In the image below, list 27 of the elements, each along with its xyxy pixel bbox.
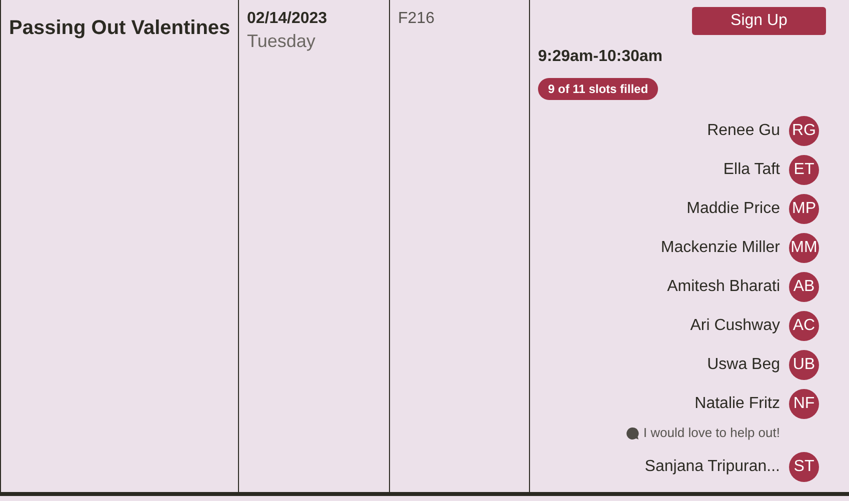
location-text: F216 [398,9,436,29]
slots-filled-badge: 9 of 11 slots filled [538,78,658,100]
volunteer-name: Renee Gu [707,120,780,140]
volunteer-avatar: ET [789,154,819,184]
volunteer-avatar: ST [789,452,819,482]
date-text: 02/14/2023 [247,9,328,29]
volunteer-avatar: UB [789,350,819,380]
sign-up-button[interactable]: Sign Up [692,7,826,35]
volunteer-avatar: MP [789,194,819,224]
comment-icon [626,426,640,440]
volunteer-name: Amitesh Bharati [667,276,780,296]
volunteer-avatar: AB [789,272,819,302]
volunteer-name: Natalie Fritz [694,394,780,414]
activity-title: Passing Out Valentines [9,16,232,41]
volunteer-name: Uswa Beg [707,354,780,374]
weekday-text: Tuesday [247,30,316,53]
volunteer-avatar: AC [789,310,819,340]
volunteer-name: Ari Cushway [690,316,780,336]
volunteer-name: Mackenzie Miller [660,238,780,258]
volunteer-avatar: MM [789,232,819,262]
volunteer-comment: I would love to help out! [643,424,780,442]
time-slot-text: 9:29am-10:30am [538,47,664,67]
volunteer-avatar: RG [789,116,819,146]
volunteer-name: Maddie Price [686,198,780,218]
volunteer-avatar: NF [789,388,819,418]
volunteer-name: Sanjana Tripuran... [644,456,780,476]
volunteer-name: Ella Taft [723,160,780,180]
